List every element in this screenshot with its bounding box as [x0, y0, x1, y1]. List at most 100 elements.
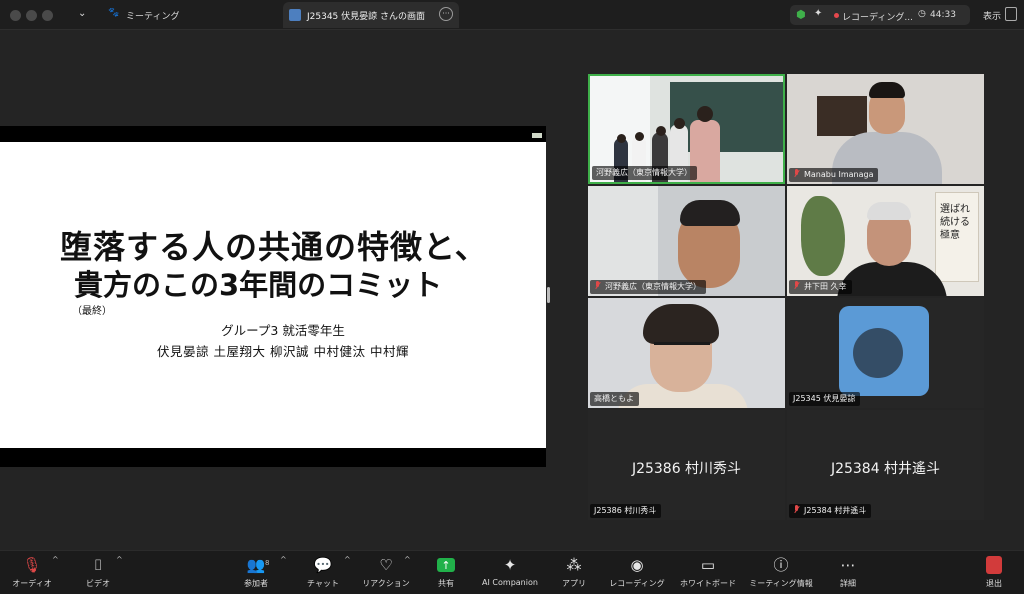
- slide-title-line2: 貴方のこの3年間のコミット: [74, 268, 443, 302]
- video-tile[interactable]: J25384 村井遙斗 J25384 村井遙斗: [787, 410, 984, 520]
- video-button[interactable]: ⌷ ビデオ: [78, 555, 118, 593]
- share-screen-icon: [437, 556, 455, 576]
- video-tile[interactable]: J25345 伏見晏諒: [787, 298, 984, 408]
- reaction-label: リアクション: [362, 579, 410, 588]
- recording-dot-icon: [834, 13, 839, 18]
- mic-muted-icon: [793, 281, 800, 290]
- reaction-options-caret[interactable]: ^: [404, 555, 411, 564]
- meeting-tab-label[interactable]: ミーティング: [126, 9, 179, 22]
- view-menu-button[interactable]: 表示: [983, 9, 1001, 22]
- tab-screen-share[interactable]: J25345 伏見晏諒 さんの画面 ···: [283, 2, 459, 28]
- apps-icon: ⁂: [566, 556, 582, 574]
- ai-companion-button[interactable]: ✦ AI Companion: [478, 555, 542, 593]
- recording-status[interactable]: レコーディング...: [842, 10, 913, 23]
- participant-display-name: J25384 村井遙斗: [830, 461, 941, 477]
- presentation-slide: 堕落する人の共通の特徴と、 貴方のこの3年間のコミット （最終） グループ3 就…: [0, 142, 546, 448]
- maximize-window-button[interactable]: [42, 10, 53, 21]
- chevron-down-icon[interactable]: ⌄: [78, 8, 86, 19]
- meeting-info-label: ミーティング情報: [749, 579, 813, 588]
- video-options-caret[interactable]: ^: [116, 555, 123, 564]
- audio-button[interactable]: 🎙 オーディオ: [8, 555, 56, 593]
- participant-name-tag: J25384 村井遙斗: [789, 504, 872, 518]
- chat-button[interactable]: 💬 チャット: [300, 555, 346, 593]
- tab-screen-share-label: J25345 伏見晏諒 さんの画面: [307, 12, 426, 22]
- slide-group: グループ3 就活零年生: [221, 323, 345, 338]
- share-button[interactable]: 共有: [430, 555, 462, 593]
- slide-members: 伏見晏諒 土屋翔大 柳沢誠 中村健汰 中村輝: [157, 344, 409, 359]
- book-title: 選ばれ続ける極意: [940, 204, 970, 241]
- participant-name-tag: 井下田 久幸: [789, 280, 852, 294]
- participant-name-tag: Manabu Imanaga: [789, 168, 879, 182]
- participants-options-caret[interactable]: ^: [280, 555, 287, 564]
- profile-picture: [839, 306, 929, 396]
- video-camera-icon: ⌷: [93, 556, 103, 574]
- participants-icon: 👥: [246, 556, 266, 574]
- shared-screen[interactable]: 堕落する人の共通の特徴と、 貴方のこの3年間のコミット （最終） グループ3 就…: [0, 126, 546, 467]
- info-icon: ⓘ: [773, 556, 789, 574]
- participants-count: 8: [265, 559, 270, 567]
- record-icon: ◉: [630, 556, 644, 574]
- audio-label: オーディオ: [12, 579, 52, 588]
- participants-label: 参加者: [244, 579, 268, 588]
- mic-muted-icon: [793, 505, 800, 514]
- record-button[interactable]: ◉ レコーディング: [606, 555, 668, 593]
- leave-button[interactable]: 退出: [978, 555, 1010, 593]
- meeting-timer: 44:33: [930, 10, 956, 20]
- ai-companion-label: AI Companion: [482, 578, 538, 587]
- meeting-toolbar: 🎙 オーディオ ^ ⌷ ビデオ ^ 👥 参加者 8 ^ 💬 チャット ^ ♡ リ…: [0, 550, 1024, 594]
- record-label: レコーディング: [609, 579, 665, 588]
- participant-display-name: J25386 村川秀斗: [631, 461, 742, 477]
- ai-sparkle-icon[interactable]: ✦: [814, 8, 822, 19]
- leave-icon: [986, 556, 1002, 574]
- mic-muted-icon: [594, 281, 601, 290]
- slide-note: （最終）: [72, 306, 112, 317]
- participants-button[interactable]: 👥 参加者: [236, 555, 276, 593]
- shield-icon[interactable]: ⬢: [796, 8, 806, 21]
- video-tile[interactable]: 選ばれ続ける極意 井下田 久幸: [787, 186, 984, 296]
- whiteboard-icon: ▭: [700, 556, 716, 574]
- audio-options-caret[interactable]: ^: [52, 555, 59, 564]
- mic-muted-icon: [793, 169, 800, 178]
- title-bar: ⌄ 🐾 ミーティング J25345 伏見晏諒 さんの画面 ··· ⬢ ✦ レコー…: [0, 0, 1024, 30]
- meeting-info-button[interactable]: ⓘ ミーティング情報: [746, 555, 816, 593]
- participant-name: J25345 伏見晏諒: [789, 392, 861, 406]
- chat-options-caret[interactable]: ^: [344, 555, 351, 564]
- participant-name: 井下田 久幸: [804, 282, 847, 291]
- thumbnail-indicator: [532, 133, 542, 138]
- video-tile[interactable]: J25386 村川秀斗 J25386 村川秀斗: [588, 410, 785, 520]
- participant-name: J25384 村井遙斗: [804, 506, 867, 515]
- more-icon: ⋯: [840, 556, 856, 574]
- whiteboard-label: ホワイトボード: [680, 579, 736, 588]
- fullscreen-icon[interactable]: [1005, 7, 1017, 21]
- participant-name: 高橋ともよ: [590, 392, 639, 406]
- more-options-icon[interactable]: ···: [439, 7, 453, 21]
- share-label: 共有: [438, 579, 454, 588]
- participant-name: Manabu Imanaga: [804, 170, 874, 179]
- book-cover: 選ばれ続ける極意: [935, 192, 979, 282]
- participant-name: J25386 村川秀斗: [590, 504, 662, 518]
- apps-button[interactable]: ⁂ アプリ: [558, 555, 590, 593]
- video-tile[interactable]: 高橋ともよ: [588, 298, 785, 408]
- participant-name-tag: 河野義広（東京情報大学）: [590, 280, 706, 294]
- video-label: ビデオ: [86, 579, 110, 588]
- leave-label: 退出: [986, 579, 1002, 588]
- status-pill: ⬢ ✦ レコーディング... ◷ 44:33: [790, 5, 970, 25]
- chat-label: チャット: [307, 579, 339, 588]
- participant-name: 河野義広（東京情報大学）: [605, 282, 701, 291]
- video-tile[interactable]: Manabu Imanaga: [787, 74, 984, 184]
- apps-label: アプリ: [562, 579, 586, 588]
- video-tile[interactable]: 河野義広（東京情報大学）: [588, 74, 785, 184]
- ai-sparkle-icon: ✦: [503, 556, 517, 574]
- paw-icon: 🐾: [108, 8, 120, 18]
- clock-icon: ◷: [918, 9, 926, 19]
- minimize-window-button[interactable]: [26, 10, 37, 21]
- share-screen-icon: [289, 9, 301, 21]
- split-resize-handle[interactable]: [547, 287, 550, 303]
- chat-icon: 💬: [313, 556, 333, 574]
- mic-muted-icon: 🎙: [22, 556, 42, 574]
- more-button[interactable]: ⋯ 詳細: [832, 555, 864, 593]
- whiteboard-button[interactable]: ▭ ホワイトボード: [676, 555, 740, 593]
- close-window-button[interactable]: [10, 10, 21, 21]
- video-tile[interactable]: 河野義広（東京情報大学）: [588, 186, 785, 296]
- more-label: 詳細: [840, 579, 856, 588]
